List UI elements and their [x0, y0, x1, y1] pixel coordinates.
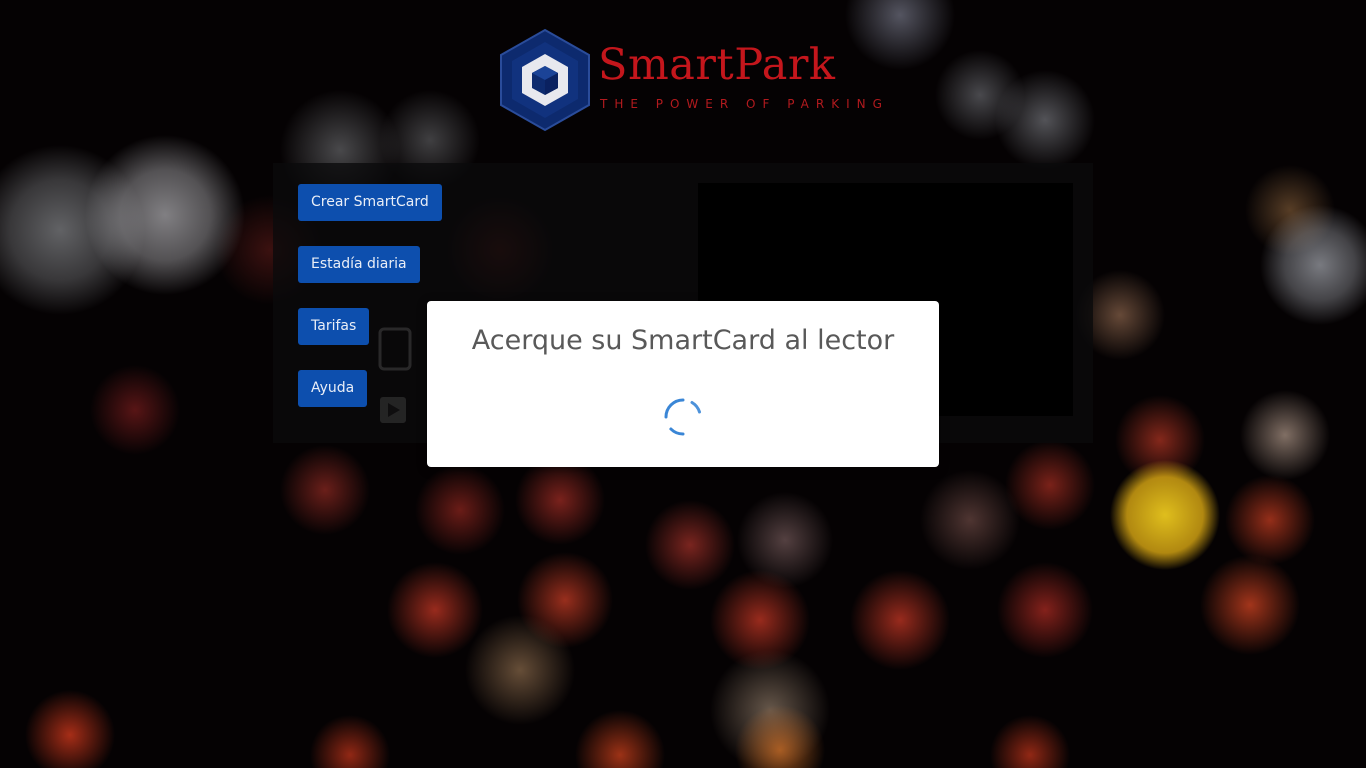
hexagon-cube-logo-icon	[500, 28, 590, 132]
tarifas-button[interactable]: Tarifas	[298, 308, 370, 345]
crear-smartcard-button[interactable]: Crear SmartCard	[298, 184, 442, 221]
brand-name: SmartPark	[598, 40, 836, 90]
smartpark-logo: SmartPark THE POWER OF PARKING	[498, 28, 882, 132]
modal-title: Acerque su SmartCard al lector	[471, 325, 895, 356]
card-reader-modal: Acerque su SmartCard al lector	[427, 301, 939, 467]
estadia-diaria-button[interactable]: Estadía diaria	[298, 246, 420, 283]
brand-tagline: THE POWER OF PARKING	[600, 97, 889, 111]
loading-spinner-icon	[664, 398, 701, 436]
ayuda-button[interactable]: Ayuda	[298, 370, 368, 407]
